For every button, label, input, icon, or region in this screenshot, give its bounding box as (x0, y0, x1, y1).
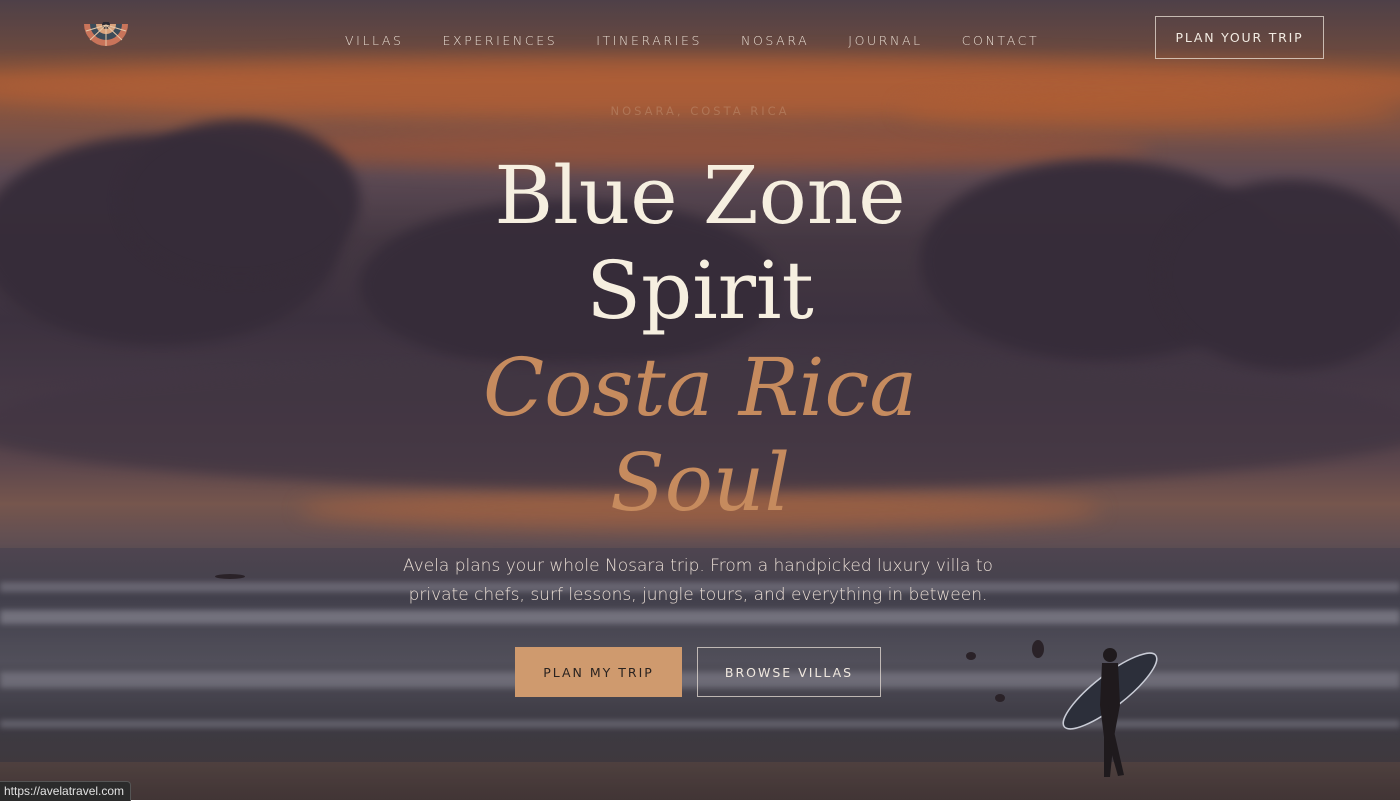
swimmer (995, 694, 1005, 702)
hero-title-line-4: Soul (609, 436, 791, 529)
hero-title-line-3: Costa Rica (482, 341, 918, 434)
nav-item-journal[interactable]: JOURNAL (848, 33, 922, 48)
nav-item-villas[interactable]: VILLAS (345, 33, 404, 48)
status-bar-url: https://avelatravel.com (0, 781, 132, 801)
nav-item-experiences[interactable]: EXPERIENCES (443, 33, 558, 48)
nav-item-nosara[interactable]: NOSARA (741, 33, 809, 48)
hero-description: Avela plans your whole Nosara trip. From… (403, 556, 993, 605)
sun-mandala-logo-icon[interactable] (82, 22, 130, 48)
swimmer (215, 574, 245, 579)
hero-title-line-2: Spirit (586, 244, 814, 337)
plan-your-trip-button[interactable]: PLAN YOUR TRIP (1155, 16, 1324, 59)
main-nav: VILLAS EXPERIENCES ITINERARIES NOSARA JO… (345, 33, 1078, 48)
browse-villas-button[interactable]: BROWSE VILLAS (697, 647, 881, 697)
nav-item-itineraries[interactable]: ITINERARIES (596, 33, 702, 48)
surfer-silhouette (1062, 648, 1158, 777)
hero-title-line-1: Blue Zone (494, 149, 906, 242)
hero-eyebrow: NOSARA, COSTA RICA (610, 104, 790, 118)
nav-item-contact[interactable]: CONTACT (962, 33, 1039, 48)
swimmer (966, 652, 976, 660)
plan-my-trip-button[interactable]: PLAN MY TRIP (515, 647, 682, 697)
